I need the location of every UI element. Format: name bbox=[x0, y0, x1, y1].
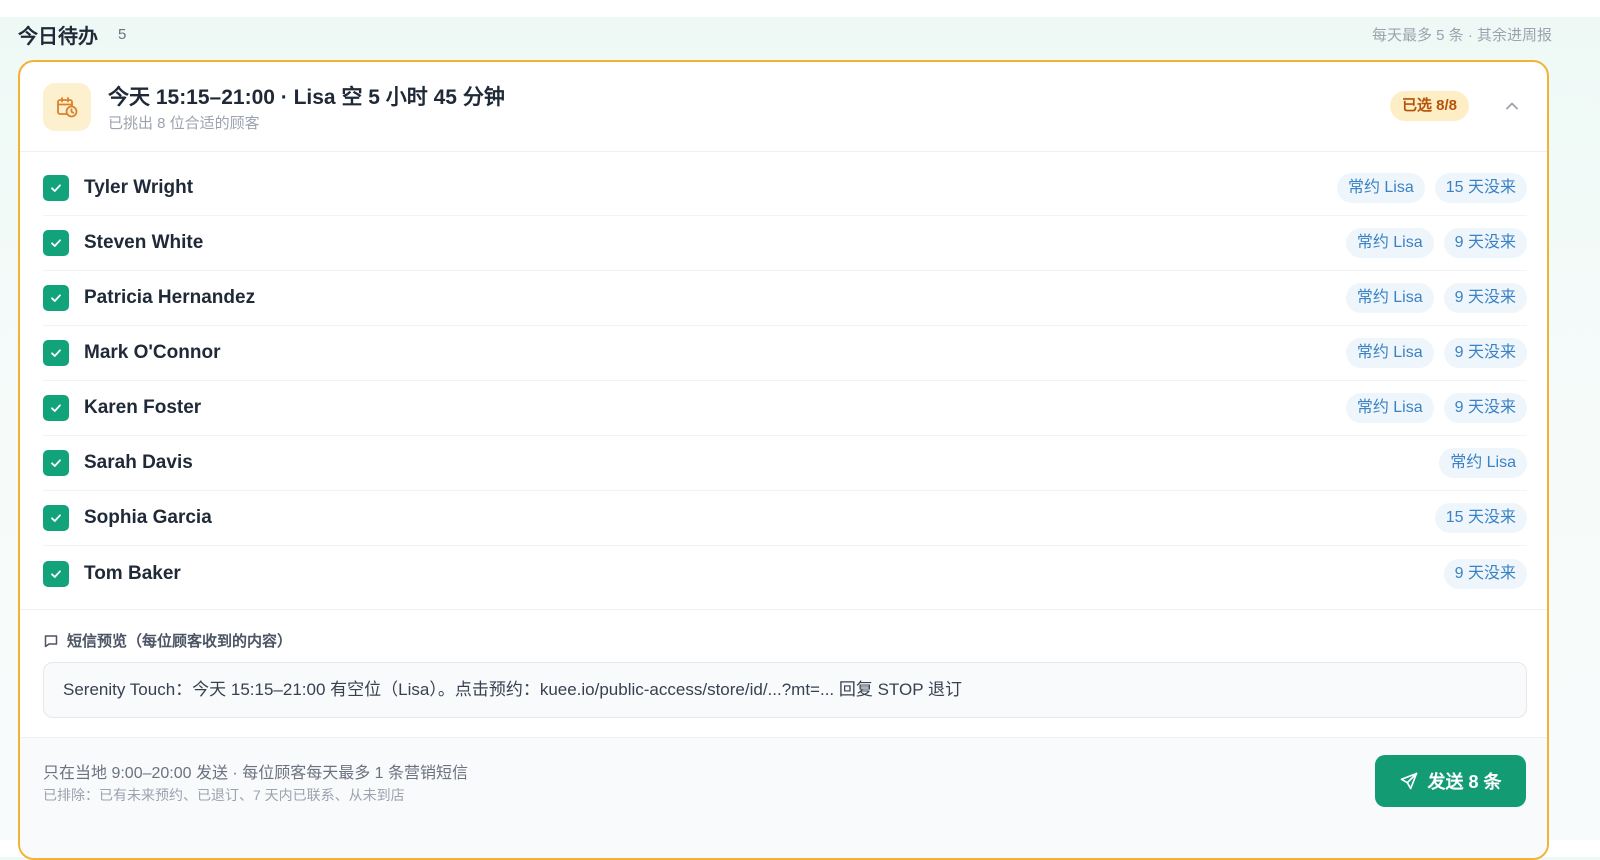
sms-preview: 短信预览（每位顾客收到的内容） Serenity Touch：今天 15:15–… bbox=[20, 609, 1547, 738]
customer-tag: 9 天没来 bbox=[1443, 283, 1527, 313]
customer-tags: 常约 Lisa bbox=[1439, 448, 1527, 478]
customer-name: Mark O'Connor bbox=[84, 342, 221, 363]
customer-tags: 常约 Lisa 15 天没来 bbox=[1336, 173, 1527, 203]
customer-list: Tyler Wright 常约 Lisa 15 天没来 Steven White 常约 … bbox=[43, 161, 1527, 601]
checkmark-icon bbox=[51, 569, 61, 578]
customer-name: Sarah Davis bbox=[84, 452, 193, 473]
customer-tag: 常约 Lisa bbox=[1336, 173, 1425, 203]
customer-checkbox[interactable] bbox=[43, 505, 69, 531]
customer-tags: 常约 Lisa 9 天没来 bbox=[1345, 228, 1527, 258]
send-button[interactable]: 发送 8 条 bbox=[1375, 755, 1526, 807]
checkmark-icon bbox=[51, 349, 61, 357]
customer-tag: 常约 Lisa bbox=[1345, 338, 1434, 368]
slot-subtitle: 已挑出 8 位合适的顾客 bbox=[108, 115, 260, 132]
customer-checkbox[interactable] bbox=[43, 450, 69, 476]
sms-preview-text: Serenity Touch：今天 15:15–21:00 有空位（Lisa）。… bbox=[43, 662, 1527, 718]
slot-card: 今天 15:15–21:00 · Lisa 空 5 小时 45 分钟 已挑出 8… bbox=[18, 60, 1549, 860]
send-button-label: 发送 8 条 bbox=[1427, 772, 1502, 792]
section-count: 5 bbox=[118, 25, 127, 43]
customer-tags: 常约 Lisa 9 天没来 bbox=[1345, 338, 1527, 368]
customer-tags: 15 天没来 bbox=[1434, 503, 1527, 533]
card-footer: 只在当地 9:00–20:00 发送 · 每位顾客每天最多 1 条营销短信 已排… bbox=[20, 737, 1547, 858]
calendar-clock-icon bbox=[43, 83, 91, 131]
customer-checkbox[interactable] bbox=[43, 395, 69, 421]
checkmark-icon bbox=[51, 239, 61, 247]
customer-name: Patricia Hernandez bbox=[84, 287, 256, 308]
customer-tags: 常约 Lisa 9 天没来 bbox=[1345, 283, 1527, 313]
sms-preview-label: 短信预览（每位顾客收到的内容） bbox=[43, 630, 292, 651]
customer-name: Steven White bbox=[84, 232, 204, 253]
customer-tag: 9 天没来 bbox=[1443, 393, 1527, 423]
customer-name: Tyler Wright bbox=[84, 177, 194, 198]
excluded-note: 已排除：已有未来预约、已退订、7 天内已联系、从未到店 bbox=[43, 787, 405, 803]
customer-row[interactable]: Sophia Garcia 15 天没来 bbox=[43, 491, 1527, 546]
collapse-button[interactable] bbox=[1498, 92, 1526, 120]
customer-tag: 9 天没来 bbox=[1443, 338, 1527, 368]
chevron-up-icon bbox=[1506, 102, 1518, 110]
section-note: 每天最多 5 条 · 其余进周报 bbox=[1371, 26, 1552, 44]
customer-row[interactable]: Sarah Davis 常约 Lisa bbox=[43, 436, 1527, 491]
slot-card-header[interactable]: 今天 15:15–21:00 · Lisa 空 5 小时 45 分钟 已挑出 8… bbox=[20, 62, 1547, 152]
customer-name: Tom Baker bbox=[84, 562, 181, 584]
checkmark-icon bbox=[51, 184, 61, 192]
section-header: 今日待办 5 每天最多 5 条 · 其余进周报 bbox=[18, 20, 1552, 48]
customer-tags: 9 天没来 bbox=[1443, 558, 1527, 589]
message-icon bbox=[44, 634, 58, 647]
customer-tag: 常约 Lisa bbox=[1345, 393, 1434, 423]
customer-row[interactable]: Karen Foster 常约 Lisa 9 天没来 bbox=[43, 381, 1527, 436]
customer-checkbox[interactable] bbox=[43, 230, 69, 256]
slot-title: 今天 15:15–21:00 · Lisa 空 5 小时 45 分钟 bbox=[108, 86, 505, 109]
customer-tag: 9 天没来 bbox=[1443, 558, 1527, 589]
customer-row[interactable]: Steven White 常约 Lisa 9 天没来 bbox=[43, 216, 1527, 271]
send-rule-text: 只在当地 9:00–20:00 发送 · 每位顾客每天最多 1 条营销短信 bbox=[43, 765, 468, 782]
checkmark-icon bbox=[51, 459, 61, 467]
customer-tag: 常约 Lisa bbox=[1439, 448, 1527, 478]
sms-preview-label-text: 短信预览（每位顾客收到的内容） bbox=[67, 633, 293, 650]
customer-tag: 15 天没来 bbox=[1434, 503, 1527, 533]
customer-row[interactable]: Tom Baker 9 天没来 bbox=[43, 546, 1527, 601]
send-icon bbox=[1401, 772, 1418, 790]
customer-tag: 15 天没来 bbox=[1434, 173, 1527, 203]
customer-tag: 9 天没来 bbox=[1443, 228, 1527, 258]
customer-checkbox[interactable] bbox=[43, 340, 69, 366]
selected-count-badge: 已选 8/8 bbox=[1390, 91, 1470, 121]
customer-tag: 常约 Lisa bbox=[1345, 228, 1434, 258]
customer-tag: 常约 Lisa bbox=[1345, 283, 1434, 313]
customer-row[interactable]: Mark O'Connor 常约 Lisa 9 天没来 bbox=[43, 326, 1527, 381]
customer-checkbox[interactable] bbox=[43, 560, 69, 587]
customer-tags: 常约 Lisa 9 天没来 bbox=[1345, 393, 1527, 423]
customer-row[interactable]: Patricia Hernandez 常约 Lisa 9 天没来 bbox=[43, 271, 1527, 326]
customer-checkbox[interactable] bbox=[43, 285, 69, 311]
section-title: 今日待办 bbox=[18, 25, 98, 48]
checkmark-icon bbox=[51, 514, 61, 522]
customer-name: Sophia Garcia bbox=[84, 507, 212, 528]
customer-checkbox[interactable] bbox=[43, 175, 69, 201]
customer-name: Karen Foster bbox=[84, 397, 202, 418]
checkmark-icon bbox=[51, 294, 61, 302]
checkmark-icon bbox=[51, 404, 61, 412]
customer-row[interactable]: Tyler Wright 常约 Lisa 15 天没来 bbox=[43, 161, 1527, 216]
